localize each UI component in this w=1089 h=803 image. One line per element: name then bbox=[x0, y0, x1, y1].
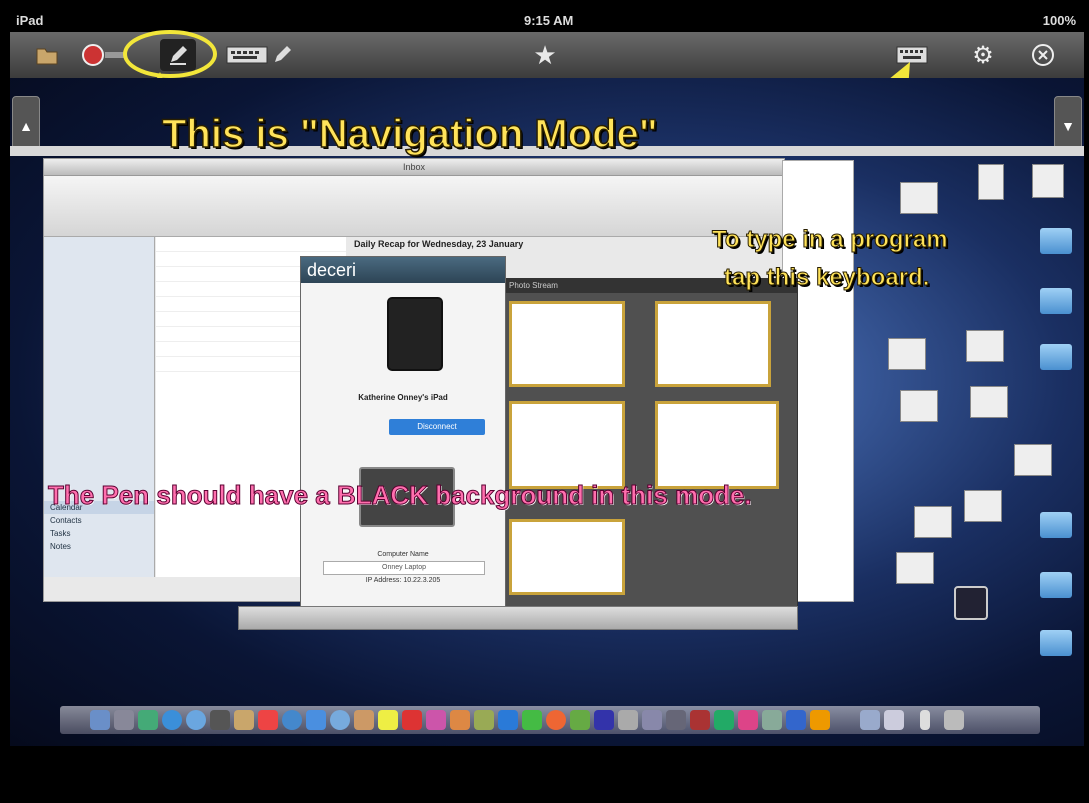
dock-app-icon[interactable] bbox=[450, 710, 470, 730]
dock-finder-icon[interactable] bbox=[90, 710, 110, 730]
dock-app-icon[interactable] bbox=[354, 710, 374, 730]
desktop-file-icon[interactable] bbox=[978, 164, 1004, 200]
dock-app-icon[interactable] bbox=[642, 710, 662, 730]
desktop-file-icon[interactable] bbox=[914, 506, 952, 538]
desktop-folder-icon[interactable] bbox=[1040, 288, 1072, 314]
desktop-drive-icon[interactable] bbox=[1032, 164, 1064, 198]
dock-app-icon[interactable] bbox=[210, 710, 230, 730]
desktop-file-icon[interactable] bbox=[900, 182, 938, 214]
photo-thumb[interactable] bbox=[509, 401, 625, 489]
photo-thumb[interactable] bbox=[509, 519, 625, 595]
desktop-folder-icon[interactable] bbox=[1040, 572, 1072, 598]
dock-app-icon[interactable] bbox=[234, 710, 254, 730]
ipad-illustration bbox=[387, 297, 443, 371]
dock-app-icon[interactable] bbox=[570, 710, 590, 730]
dock-chrome-icon[interactable] bbox=[546, 710, 566, 730]
device-name: Katherine Onney's iPad bbox=[358, 393, 448, 402]
dock-app-icon[interactable] bbox=[306, 710, 326, 730]
dock-app-icon[interactable] bbox=[378, 710, 398, 730]
desktop-folder-icon[interactable] bbox=[1040, 344, 1072, 370]
outlook-folder-pane: Calendar Contacts Tasks Notes bbox=[44, 237, 155, 577]
annotation-keyboard-line1: To type in a program bbox=[712, 226, 949, 254]
annotation-title: This is "Navigation Mode" bbox=[161, 111, 658, 157]
ip-address: IP Address: 10.22.3.205 bbox=[365, 577, 441, 584]
desktop-folder-icon[interactable] bbox=[1040, 630, 1072, 656]
dock-safari-icon[interactable] bbox=[162, 710, 182, 730]
desktop-app-icon[interactable] bbox=[954, 586, 988, 620]
annotation-pen-note: The Pen should have a BLACK background i… bbox=[48, 480, 753, 511]
dock-app-icon[interactable] bbox=[426, 710, 446, 730]
disconnect-button[interactable]: Disconnect bbox=[389, 419, 485, 435]
dock-app-icon[interactable] bbox=[810, 710, 830, 730]
remote-desktop-view[interactable]: ▲ ▼ Inbox Calendar Contacts Tasks Notes … bbox=[10, 78, 1084, 746]
outlook-titlebar: Inbox bbox=[44, 159, 784, 176]
dock-app-icon[interactable] bbox=[138, 710, 158, 730]
desktop-file-icon[interactable] bbox=[1014, 444, 1052, 476]
desktop-file-icon[interactable] bbox=[896, 552, 934, 584]
dock-app-icon[interactable] bbox=[618, 710, 638, 730]
dock-app-icon[interactable] bbox=[666, 710, 686, 730]
dock-app-icon[interactable] bbox=[330, 710, 350, 730]
dock-calendar-icon[interactable] bbox=[258, 710, 278, 730]
mail-subject: Daily Recap for Wednesday, 23 January bbox=[354, 239, 524, 249]
desktop-folder-icon[interactable] bbox=[1040, 228, 1072, 254]
dock-app-icon[interactable] bbox=[186, 710, 206, 730]
dock-app-icon[interactable] bbox=[114, 710, 134, 730]
dock-excel-icon[interactable] bbox=[714, 710, 734, 730]
dock-word-icon[interactable] bbox=[786, 710, 806, 730]
dock-app-icon[interactable] bbox=[690, 710, 710, 730]
dock-app-icon[interactable] bbox=[738, 710, 758, 730]
photo-stream-window: Photo Stream bbox=[504, 278, 798, 608]
mac-dock bbox=[60, 706, 1040, 734]
computer-name-label: Computer Name bbox=[377, 551, 429, 558]
annotation-keyboard-line2: tap this keyboard. bbox=[723, 264, 930, 292]
nav-contacts[interactable]: Contacts bbox=[44, 514, 154, 527]
deceri-window: deceri Katherine Onney's iPad Disconnect… bbox=[300, 256, 506, 608]
desktop-file-icon[interactable] bbox=[964, 490, 1002, 522]
photo-thumb[interactable] bbox=[655, 301, 771, 387]
photo-thumb[interactable] bbox=[509, 301, 625, 387]
dock-app-icon[interactable] bbox=[402, 710, 422, 730]
dock-app-icon[interactable] bbox=[282, 710, 302, 730]
photo-toolbar bbox=[238, 606, 798, 630]
desktop-file-icon[interactable] bbox=[888, 338, 926, 370]
photo-thumb[interactable] bbox=[655, 401, 779, 489]
dock-trash-icon[interactable] bbox=[944, 710, 964, 730]
deceri-logo: deceri bbox=[301, 257, 505, 283]
dock-app-icon[interactable] bbox=[860, 710, 880, 730]
dock-app-icon[interactable] bbox=[474, 710, 494, 730]
dock-app-icon[interactable] bbox=[762, 710, 782, 730]
outlook-ribbon bbox=[44, 176, 784, 237]
computer-name-field[interactable]: Onney Laptop bbox=[323, 561, 485, 575]
dock-app-icon[interactable] bbox=[498, 710, 518, 730]
desktop-file-icon[interactable] bbox=[966, 330, 1004, 362]
nav-notes[interactable]: Notes bbox=[44, 540, 154, 553]
dock-app-icon[interactable] bbox=[884, 710, 904, 730]
desktop-file-icon[interactable] bbox=[900, 390, 938, 422]
nav-tasks[interactable]: Tasks bbox=[44, 527, 154, 540]
dock-app-icon[interactable] bbox=[594, 710, 614, 730]
dock-app-icon[interactable] bbox=[920, 710, 930, 730]
pen-highlight-circle bbox=[123, 30, 217, 78]
dock-app-icon[interactable] bbox=[522, 710, 542, 730]
desktop-folder-icon[interactable] bbox=[1040, 512, 1072, 538]
desktop-file-icon[interactable] bbox=[970, 386, 1008, 418]
